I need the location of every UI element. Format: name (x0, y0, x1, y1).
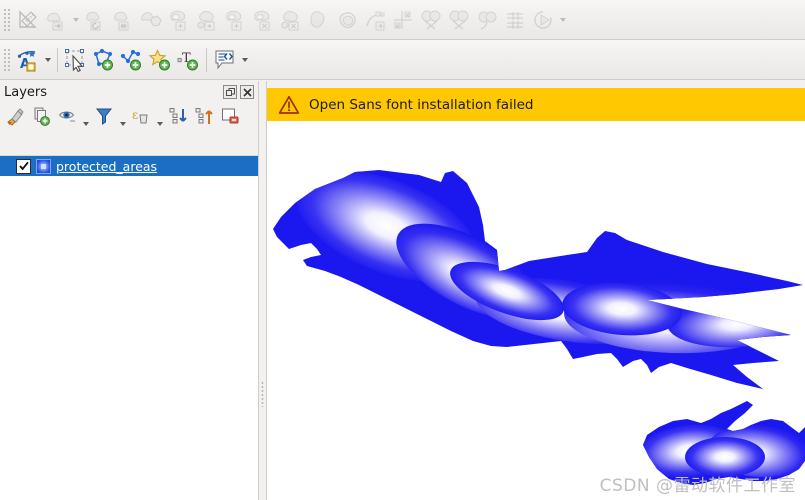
split-parts-icon[interactable] (445, 6, 473, 34)
toolbar-drag-handle[interactable] (2, 6, 11, 33)
message-bar-text: Open Sans font installation failed (309, 96, 534, 113)
layers-panel: Layers ε protected_areas (0, 81, 259, 500)
add-point-annotation-icon[interactable] (146, 46, 174, 74)
enable-advanced-digitizing-icon[interactable] (14, 6, 42, 34)
delete-ring-icon[interactable] (249, 6, 277, 34)
filter-legend-icon[interactable] (92, 105, 116, 129)
layer-labeling-menu-arrow[interactable] (42, 46, 53, 74)
html-annotation-icon[interactable] (211, 46, 239, 74)
message-bar-warning: Open Sans font installation failed (267, 88, 805, 121)
manage-map-themes-menu-arrow[interactable] (81, 102, 90, 132)
toolbar-drag-handle-2[interactable] (2, 46, 11, 73)
layer-labeling-options-icon[interactable]: A (14, 46, 42, 74)
toolbar-separator-b (206, 47, 207, 72)
warning-triangle-icon (278, 95, 300, 114)
panel-splitter[interactable] (259, 81, 267, 500)
offset-curve-icon[interactable] (333, 6, 361, 34)
rendered-layer-protected-areas (273, 170, 805, 485)
html-annotation-menu-arrow[interactable] (239, 46, 250, 74)
trim-extend-icon[interactable] (389, 6, 417, 34)
close-panel-icon[interactable] (240, 85, 254, 99)
layer-name-label[interactable]: protected_areas (56, 159, 157, 174)
scale-feature-icon[interactable] (109, 6, 137, 34)
rotate-feature-icon[interactable] (81, 6, 109, 34)
delete-part-icon[interactable] (277, 6, 305, 34)
add-polygon-annotation-icon[interactable] (90, 46, 118, 74)
fill-ring-icon[interactable] (221, 6, 249, 34)
merge-attributes-icon[interactable] (501, 6, 529, 34)
layers-panel-title-bar: Layers (0, 81, 258, 103)
remove-layer-icon[interactable] (218, 105, 242, 129)
qgis-main-window: A T Layers ε protected_areas Open Sans f… (0, 0, 805, 500)
layers-panel-title: Layers (4, 84, 48, 100)
toolbar-separator-a (57, 47, 58, 72)
expand-all-icon[interactable] (166, 105, 190, 129)
select-annotation-icon[interactable] (62, 46, 90, 74)
add-line-annotation-icon[interactable] (118, 46, 146, 74)
layer-tree-item-protected-areas[interactable]: protected_areas (0, 156, 258, 176)
filter-legend-by-expression-icon[interactable]: ε (129, 105, 153, 129)
layer-tree[interactable]: protected_areas (0, 155, 258, 500)
map-canvas[interactable]: CSDN @雷动软件工作室 (267, 121, 805, 500)
float-panel-icon[interactable] (223, 85, 237, 99)
svg-text:ε: ε (132, 108, 138, 122)
collapse-all-icon[interactable] (192, 105, 216, 129)
rotate-point-symbols-menu-arrow[interactable] (557, 6, 568, 34)
splitter-grip[interactable] (261, 381, 264, 407)
rotate-point-symbols-icon[interactable] (529, 6, 557, 34)
add-text-annotation-icon[interactable]: T (174, 46, 202, 74)
add-ring-icon[interactable] (165, 6, 193, 34)
add-group-icon[interactable] (29, 105, 53, 129)
split-features-icon[interactable] (417, 6, 445, 34)
reverse-line-icon[interactable] (361, 6, 389, 34)
label-annotation-toolbar: A T (0, 40, 805, 80)
manage-map-themes-icon[interactable] (55, 105, 79, 129)
layers-panel-buttons (223, 85, 254, 99)
csdn-watermark: CSDN @雷动软件工作室 (599, 476, 796, 496)
open-layer-styling-panel-icon[interactable] (3, 105, 27, 129)
reshape-features-icon[interactable] (305, 6, 333, 34)
merge-features-icon[interactable] (473, 6, 501, 34)
move-feature-menu-arrow[interactable] (70, 6, 81, 34)
add-part-icon[interactable] (193, 6, 221, 34)
simplify-feature-icon[interactable] (137, 6, 165, 34)
layer-symbol-swatch (36, 158, 51, 174)
filter-legend-menu-arrow[interactable] (118, 102, 127, 132)
filter-legend-by-expression-menu-arrow[interactable] (155, 102, 164, 132)
layer-visibility-checkbox[interactable] (16, 158, 31, 174)
move-feature-icon[interactable] (42, 6, 70, 34)
advanced-digitizing-toolbar (0, 0, 805, 40)
layers-panel-toolbar: ε (0, 103, 258, 130)
